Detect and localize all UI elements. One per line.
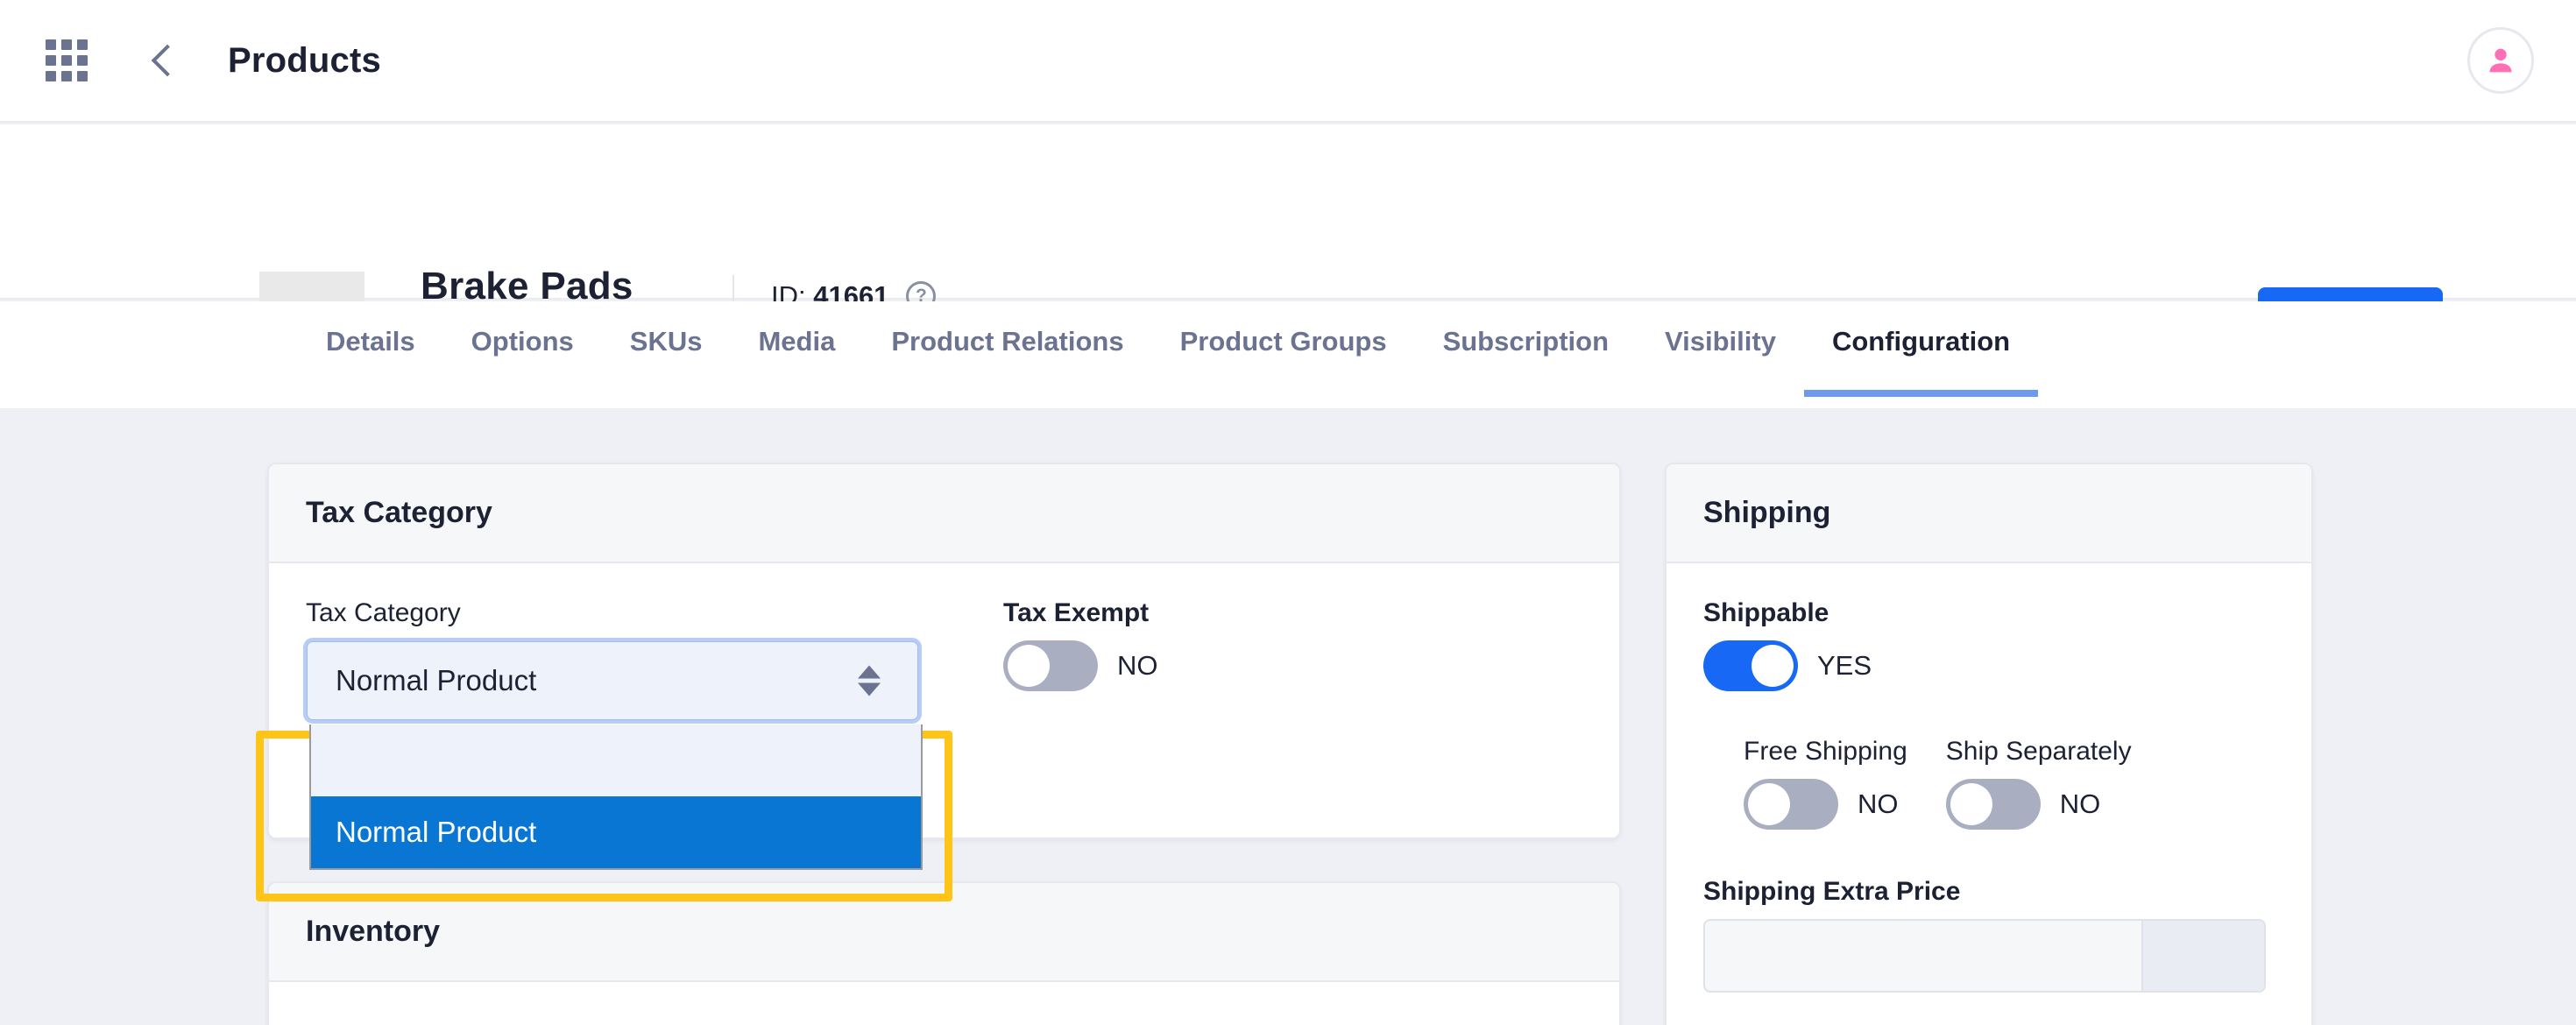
app-page: Products Brake Pads APPROVED ID: 41661 ? [0, 0, 2576, 1025]
shipping-sub-toggles-row: Free Shipping NO Ship Separately NO [1703, 737, 2275, 830]
ship-separately-value: NO [2059, 788, 2101, 819]
user-avatar-icon [2489, 48, 2512, 73]
tab-media[interactable]: Media [730, 301, 863, 355]
tax-fields-row: Tax Category Normal Product Normal Produ… [303, 598, 1582, 870]
tax-category-option-blank[interactable] [311, 725, 921, 796]
apps-grid-icon[interactable] [46, 39, 88, 81]
shipping-card-title: Shipping [1667, 464, 2311, 563]
shipping-extra-price-field: Shipping Extra Price [1703, 877, 2275, 993]
tax-category-field: Tax Category Normal Product Normal Produ… [303, 598, 923, 870]
tax-exempt-label: Tax Exempt [1003, 598, 1150, 627]
grid-dot [61, 55, 72, 66]
free-shipping-value: NO [1858, 788, 1899, 819]
grid-dot [77, 71, 88, 81]
ship-separately-toggle[interactable] [1945, 779, 2041, 830]
content-area: Tax Category Tax Category Normal Product [0, 408, 2576, 1025]
grid-dot [46, 39, 56, 50]
ship-separately-toggle-wrap: NO [1945, 779, 2132, 830]
tab-product-groups[interactable]: Product Groups [1152, 301, 1415, 355]
chevron-down-icon [858, 682, 881, 696]
grid-dot [77, 39, 88, 50]
back-chevron-icon[interactable] [142, 41, 180, 80]
free-shipping-toggle-wrap: NO [1744, 779, 1907, 830]
grid-dot [46, 55, 56, 66]
tab-details[interactable]: Details [298, 301, 443, 355]
grid-dot [46, 71, 56, 81]
tax-exempt-toggle[interactable] [1003, 640, 1098, 691]
tab-visibility[interactable]: Visibility [1637, 301, 1804, 355]
tax-category-card-body: Tax Category Normal Product Normal Produ… [269, 563, 1619, 870]
product-header: Brake Pads APPROVED ID: 41661 ? ERC: MIN… [0, 124, 2576, 385]
tax-category-card: Tax Category Tax Category Normal Product [267, 463, 1621, 870]
shipping-extra-price-currency-suffix [2141, 921, 2264, 991]
shipping-extra-price-input[interactable] [1703, 919, 2266, 993]
inventory-card-title: Inventory [269, 883, 1619, 982]
grid-dot [61, 39, 72, 50]
tab-skus[interactable]: SKUs [602, 301, 731, 355]
ship-separately-label: Ship Separately [1945, 737, 2132, 766]
shipping-card-body: Shippable YES Free Shipping NO Ship Sepa… [1667, 563, 2311, 1025]
tax-category-option-list: Normal Product [309, 725, 923, 870]
top-bar: Products [0, 0, 2576, 123]
free-shipping-field: Free Shipping NO [1744, 737, 1907, 830]
shippable-value: YES [1817, 650, 1872, 681]
shippable-toggle[interactable] [1703, 640, 1798, 691]
tab-product-relations[interactable]: Product Relations [863, 301, 1151, 355]
tax-category-option-normal-product[interactable]: Normal Product [311, 796, 921, 868]
ship-separately-field: Ship Separately NO [1945, 737, 2132, 830]
inventory-card: Inventory [267, 881, 1621, 1025]
toggle-knob [1748, 783, 1790, 825]
free-shipping-toggle[interactable] [1744, 779, 1838, 830]
shippable-label: Shippable [1703, 598, 1829, 627]
toggle-knob [1950, 783, 1992, 825]
grid-dot [61, 71, 72, 81]
tax-exempt-value: NO [1117, 650, 1158, 681]
tax-exempt-field: Tax Exempt NO [1003, 598, 1158, 721]
shipping-card: Shipping Shippable YES Free Shipping NO [1665, 463, 2313, 1025]
tax-category-selected-value: Normal Product [336, 664, 537, 696]
tax-category-card-title: Tax Category [269, 464, 1619, 563]
tab-bar: Details Options SKUs Media Product Relat… [0, 301, 2576, 408]
breadcrumb: Products [228, 40, 381, 80]
inventory-card-body [269, 982, 1619, 1025]
shipping-extra-price-label: Shipping Extra Price [1703, 877, 1961, 906]
grid-dot [77, 55, 88, 66]
tab-options[interactable]: Options [443, 301, 602, 355]
toggle-knob [1008, 645, 1050, 687]
tax-category-select[interactable]: Normal Product Normal Product [303, 638, 923, 870]
tax-exempt-toggle-wrap: NO [1003, 640, 1158, 691]
avatar[interactable] [2467, 27, 2534, 94]
chevron-up-icon [858, 665, 881, 679]
shippable-toggle-wrap: YES [1703, 640, 2275, 691]
toggle-knob [1752, 645, 1794, 687]
tab-subscription[interactable]: Subscription [1415, 301, 1637, 355]
select-spinner-icon [858, 665, 881, 696]
free-shipping-label: Free Shipping [1744, 737, 1907, 766]
shippable-field: Shippable YES [1703, 598, 2275, 691]
tab-configuration[interactable]: Configuration [1803, 301, 2039, 397]
tax-category-field-label: Tax Category [306, 598, 461, 627]
